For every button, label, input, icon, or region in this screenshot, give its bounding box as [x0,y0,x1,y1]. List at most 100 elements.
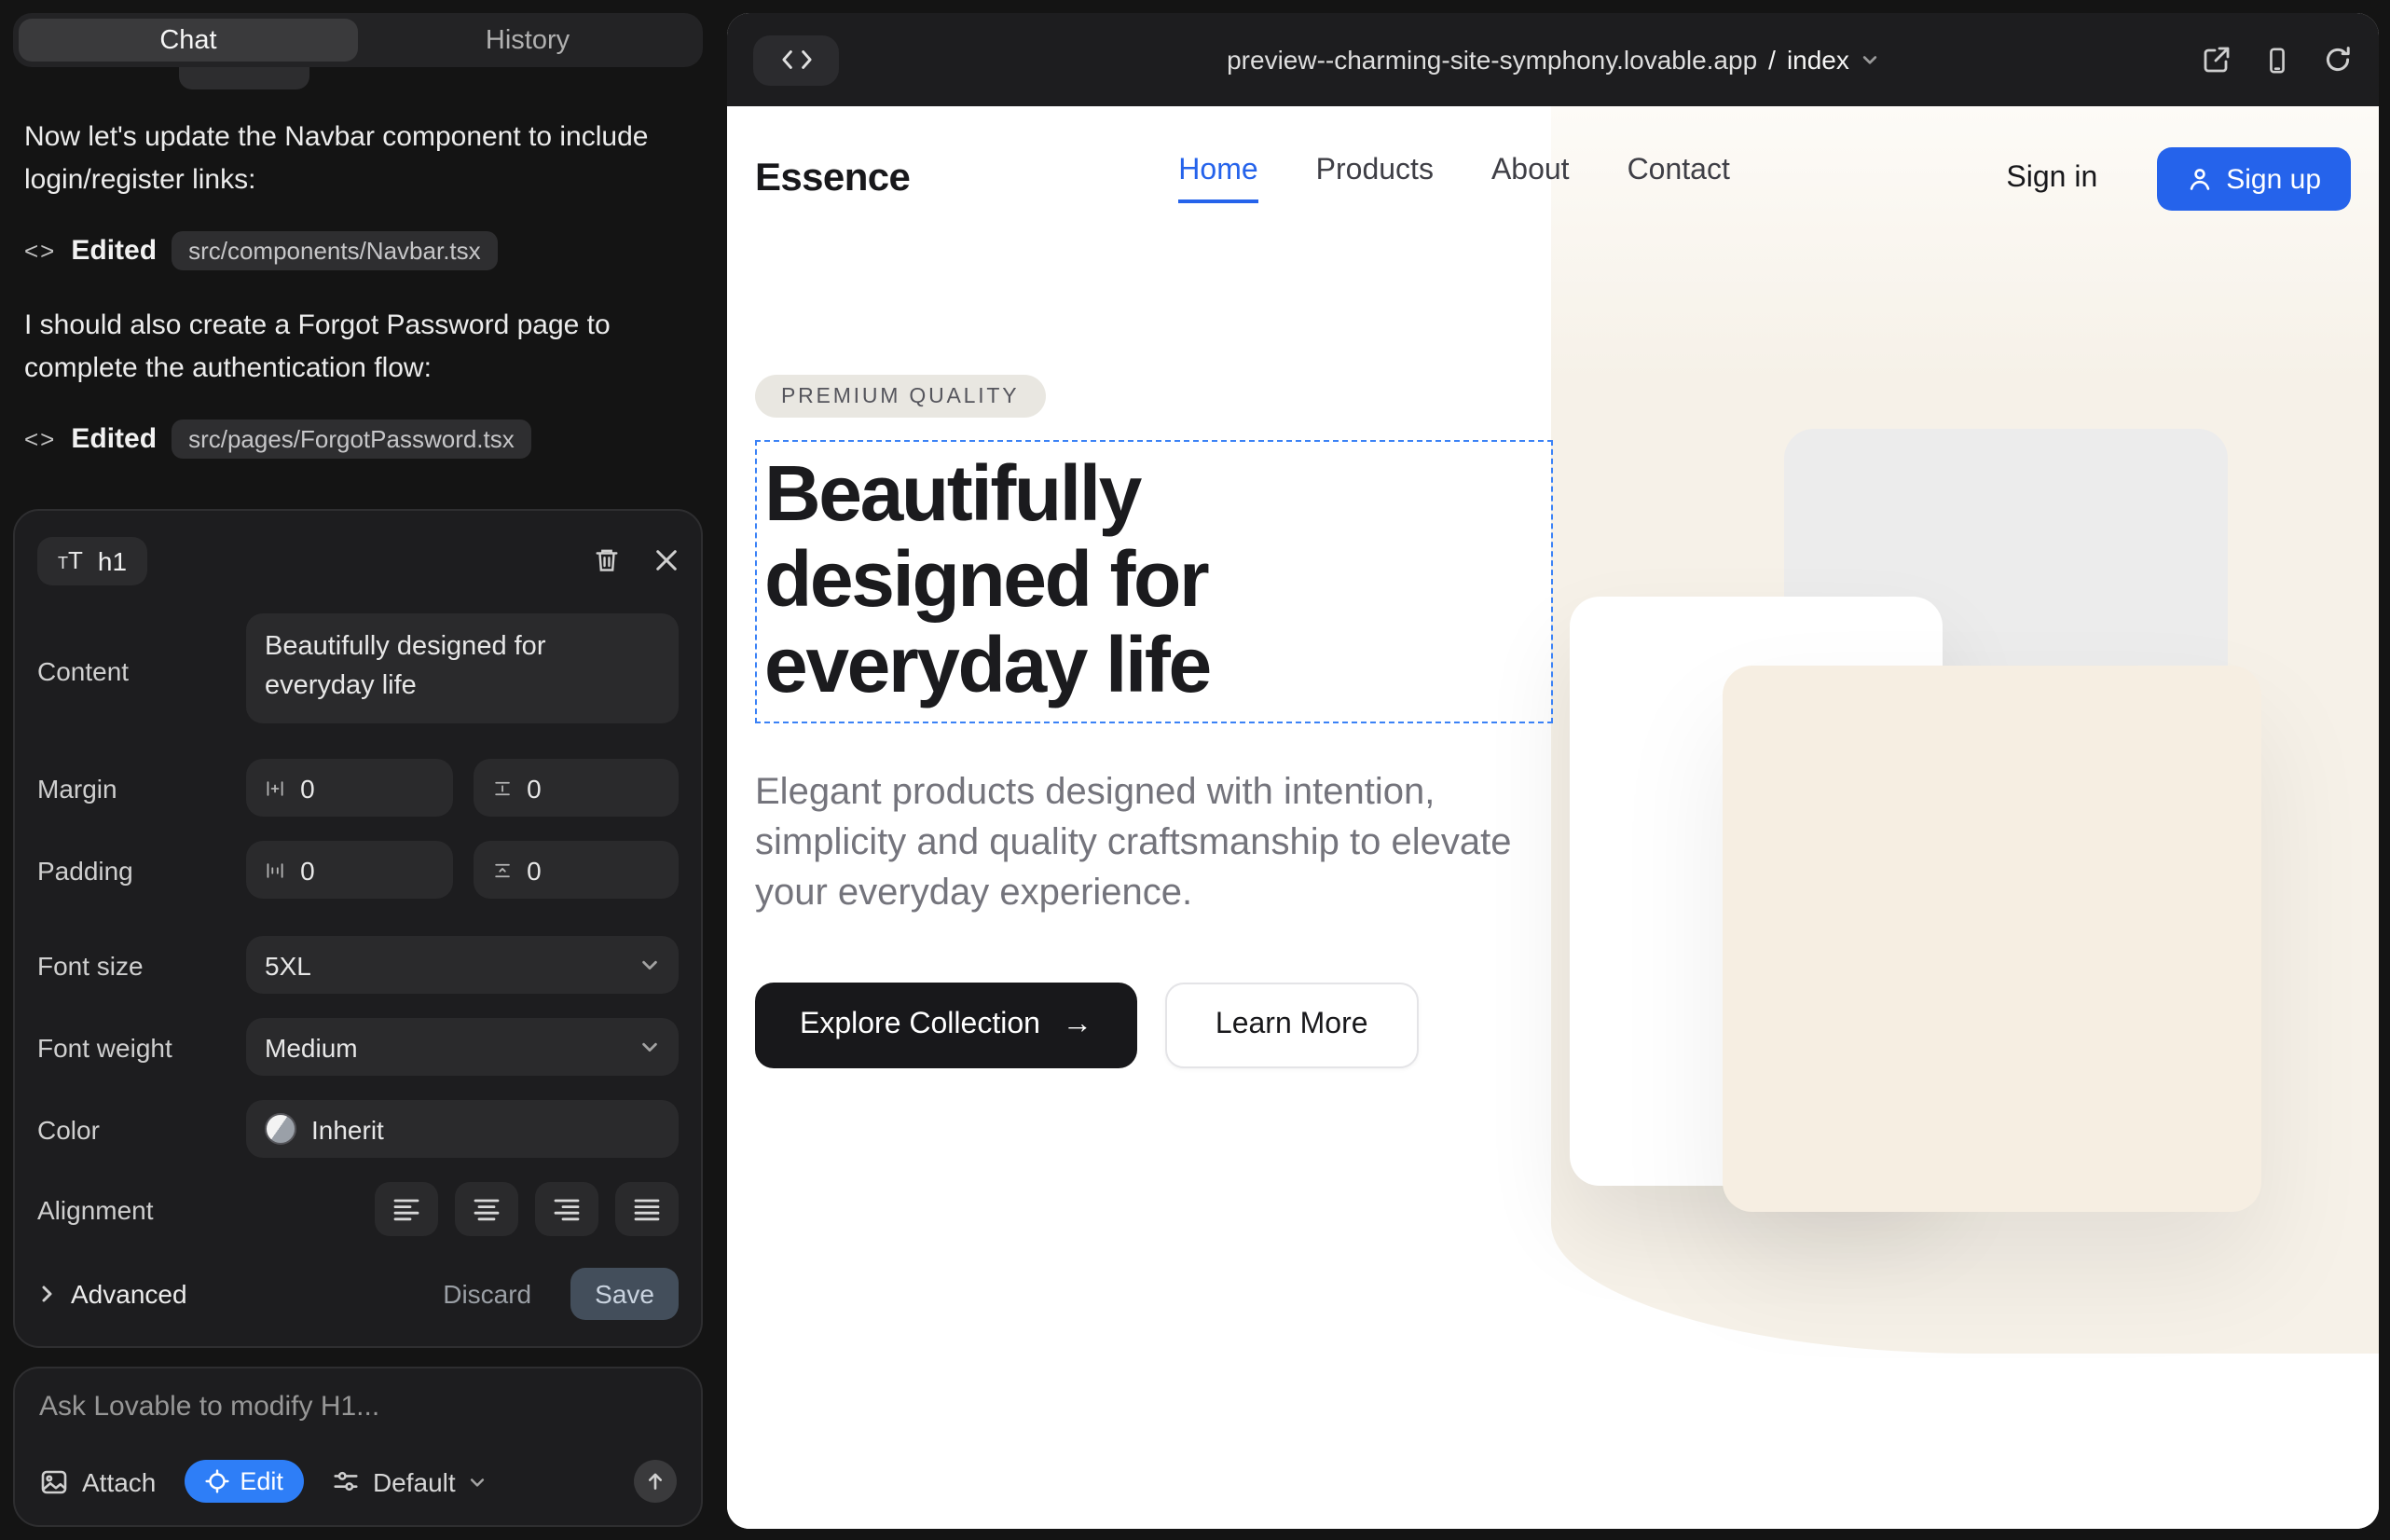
font-weight-field-row: Font weight Medium [37,1018,679,1076]
edited-label: Edited [71,423,157,455]
tab-chat[interactable]: Chat [19,19,358,62]
preview-toolbar: preview--charming-site-symphony.lovable.… [727,13,2379,106]
hero-cta-row: Explore Collection → Learn More [755,983,2351,1068]
hero-badge: PREMIUM QUALITY [755,375,1045,418]
clipped-chip [179,67,309,89]
align-left-button[interactable] [375,1182,438,1236]
app-root: Chat History Now let's update the Navbar… [0,0,2390,1540]
hero-description: Elegant products designed with intention… [755,768,1523,919]
margin-y-input[interactable] [527,773,660,803]
content-label: Content [37,656,246,686]
refresh-button[interactable] [2323,45,2353,75]
margin-field-row: Margin [37,759,679,817]
hero-section: PREMIUM QUALITY Beautifully designed for… [727,375,2379,1068]
arrow-right-icon: → [1063,1009,1092,1042]
site-navbar: Essence Home Products About Contact Sign… [727,106,2379,252]
align-right-button[interactable] [535,1182,598,1236]
align-center-button[interactable] [455,1182,518,1236]
align-justify-button[interactable] [615,1182,679,1236]
model-default-selector[interactable]: Default [332,1466,488,1496]
preview-area: preview--charming-site-symphony.lovable.… [716,0,2390,1540]
padding-x-input[interactable] [300,855,433,885]
align-right-icon [552,1196,582,1222]
chevron-down-icon [469,1472,488,1491]
alignment-field-row: Alignment [37,1182,679,1236]
font-weight-select[interactable]: Medium [246,1018,679,1076]
user-icon [2187,166,2213,192]
code-icon: <> [24,425,56,453]
learn-more-button[interactable]: Learn More [1165,983,1419,1068]
discard-button[interactable]: Discard [432,1277,543,1311]
url-separator: / [1768,45,1776,75]
open-in-new-tab-button[interactable] [2202,45,2232,75]
color-select[interactable]: Inherit [246,1100,679,1158]
font-size-field-row: Font size 5XL [37,936,679,994]
font-size-label: Font size [37,950,246,980]
nav-link-about[interactable]: About [1491,155,1570,203]
explore-collection-button[interactable]: Explore Collection → [755,983,1137,1068]
editor-footer: Advanced Discard Save [37,1268,679,1320]
close-editor-button[interactable] [654,548,679,572]
padding-field-row: Padding [37,841,679,899]
chevron-right-icon [37,1285,56,1303]
padding-label: Padding [37,855,246,885]
horizontal-spacing-icon [265,775,285,801]
margin-label: Margin [37,773,246,803]
chat-tabs: Chat History [13,13,703,67]
mobile-preview-button[interactable] [2263,46,2291,74]
code-icon: <> [24,237,56,265]
content-textarea[interactable]: Beautifully designed for everyday life [265,628,660,708]
align-justify-icon [632,1196,662,1222]
code-view-toggle[interactable] [753,34,839,85]
color-label: Color [37,1114,246,1144]
hero-heading[interactable]: Beautifully designed for everyday life [764,451,1551,708]
chat-panel: Chat History Now let's update the Navbar… [0,0,716,1540]
url-bar: preview--charming-site-symphony.lovable.… [727,45,2379,75]
nav-link-products[interactable]: Products [1316,155,1434,203]
tab-history[interactable]: History [358,19,697,62]
selected-element-outline[interactable]: Beautifully designed for everyday life [755,440,1553,723]
editor-header: TT h1 [37,533,679,587]
nav-links: Home Products About Contact [1178,155,1730,203]
padding-y-input[interactable] [527,855,660,885]
nav-link-contact[interactable]: Contact [1628,155,1730,203]
file-chip[interactable]: src/components/Navbar.tsx [172,231,498,270]
margin-x-input[interactable] [300,773,433,803]
chevron-down-icon [639,1037,660,1057]
font-size-select[interactable]: 5XL [246,936,679,994]
attach-button[interactable]: Attach [39,1466,156,1496]
element-editor-panel: TT h1 Content Beautifully designed for [13,509,703,1348]
align-center-icon [472,1196,501,1222]
nav-link-home[interactable]: Home [1178,155,1257,203]
file-chip[interactable]: src/pages/ForgotPassword.tsx [172,419,531,459]
sign-up-button[interactable]: Sign up [2157,147,2351,211]
color-swatch-icon [265,1113,296,1145]
preview-url[interactable]: preview--charming-site-symphony.lovable.… [1227,45,1757,75]
color-field-row: Color Inherit [37,1100,679,1158]
save-button[interactable]: Save [570,1268,679,1320]
chat-message: I should also create a Forgot Password p… [24,304,654,390]
mobile-device-icon [2263,46,2291,74]
chat-messages: Now let's update the Navbar component to… [13,67,703,509]
delete-element-button[interactable] [593,546,621,574]
close-icon [654,548,679,572]
vertical-padding-icon [491,857,512,883]
sliders-icon [332,1467,360,1495]
chat-input[interactable] [39,1391,677,1423]
refresh-icon [2323,45,2353,75]
code-icon [780,48,812,71]
edited-file-row: <> Edited src/pages/ForgotPassword.tsx [24,419,695,459]
edit-mode-button[interactable]: Edit [184,1460,304,1503]
preview-window: preview--charming-site-symphony.lovable.… [727,13,2379,1529]
advanced-toggle[interactable]: Advanced [37,1279,187,1309]
sign-in-button[interactable]: Sign in [1995,160,2108,198]
preview-path[interactable]: index [1787,45,1849,75]
edited-label: Edited [71,235,157,267]
horizontal-padding-icon [265,857,285,883]
chevron-down-icon[interactable] [1861,50,1879,69]
nav-auth: Sign in Sign up [1995,147,2351,211]
element-tag-chip[interactable]: TT h1 [37,536,147,584]
site-logo[interactable]: Essence [755,157,910,201]
chevron-down-icon [639,955,660,975]
send-button[interactable] [634,1460,677,1503]
